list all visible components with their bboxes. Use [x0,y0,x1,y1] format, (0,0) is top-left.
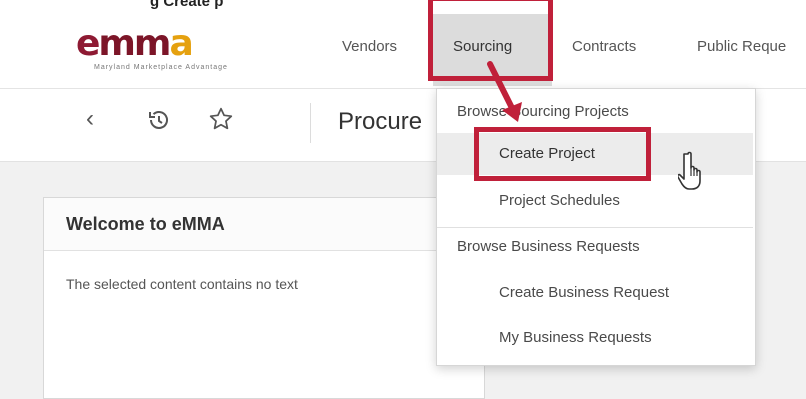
menu-create-business-request[interactable]: Create Business Request [499,284,669,301]
tip-text: g Create p [150,0,224,10]
panel-body-text: The selected content contains no text [66,276,298,292]
header: emma Maryland Marketplace Advantage Vend… [0,14,806,89]
top-strip: g Create p [0,0,806,14]
star-icon[interactable] [208,106,234,139]
logo-tagline: Maryland Marketplace Advantage [94,64,228,71]
emma-logo[interactable]: emma Maryland Marketplace Advantage [76,26,236,72]
history-icon[interactable] [147,108,171,139]
menu-project-schedules[interactable]: Project Schedules [499,192,620,209]
page-title: Procure [338,108,423,135]
hand-cursor-icon [678,151,701,190]
menu-divider [437,227,753,228]
welcome-panel: Welcome to eMMA The selected content con… [43,197,485,399]
chevron-left-icon[interactable]: ‹ [86,105,94,133]
menu-my-business-requests[interactable]: My Business Requests [499,329,652,346]
nav-contracts[interactable]: Contracts [572,38,636,55]
menu-browse-business-requests[interactable]: Browse Business Requests [457,238,640,255]
toolbar-separator [310,103,311,143]
nav-vendors[interactable]: Vendors [342,38,397,55]
red-arrow-icon [487,61,522,122]
nav-public-requests[interactable]: Public Reque [697,38,786,55]
panel-title: Welcome to eMMA [66,214,225,234]
